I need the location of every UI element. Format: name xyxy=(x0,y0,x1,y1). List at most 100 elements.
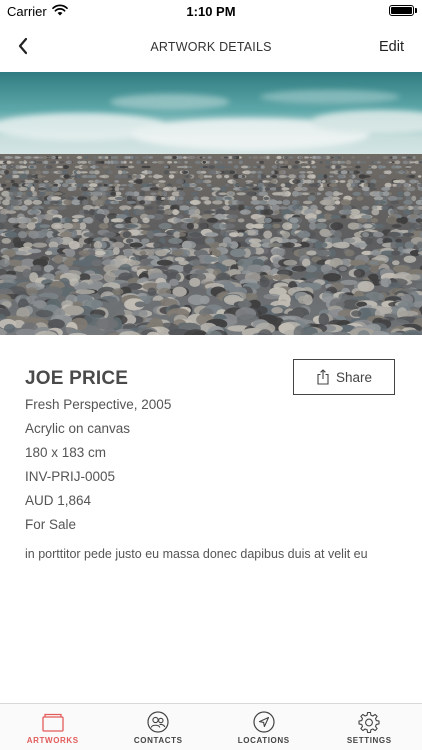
pebble xyxy=(148,156,154,159)
pebble xyxy=(52,218,61,223)
pebble xyxy=(294,186,303,192)
pebble xyxy=(80,171,88,174)
pebble xyxy=(238,160,243,165)
pebble xyxy=(280,183,286,187)
pebble xyxy=(321,180,326,183)
pebble xyxy=(328,183,338,188)
pebble xyxy=(272,165,278,169)
pebble xyxy=(157,175,163,178)
pebble xyxy=(72,218,79,223)
pebble xyxy=(161,191,167,197)
pebble xyxy=(289,238,298,244)
pebble xyxy=(144,206,154,210)
pebble xyxy=(266,175,270,178)
pebble xyxy=(12,170,19,174)
pebble xyxy=(258,171,263,174)
pebble xyxy=(371,191,380,196)
pebble xyxy=(329,175,334,178)
pebble xyxy=(407,156,412,159)
pebble xyxy=(194,160,202,164)
pebble xyxy=(16,156,21,159)
share-button[interactable]: Share xyxy=(293,359,395,395)
pebble xyxy=(119,205,130,211)
pebble xyxy=(130,217,139,224)
pebble xyxy=(409,174,416,179)
pebble xyxy=(87,187,95,191)
pebble xyxy=(30,186,35,192)
pebble xyxy=(402,160,408,165)
pebble xyxy=(5,180,11,183)
tab-settings[interactable]: SETTINGS xyxy=(317,704,422,750)
pebble xyxy=(173,161,178,164)
pebble xyxy=(256,161,260,164)
pebble xyxy=(319,161,323,164)
pebble xyxy=(43,160,49,165)
pebble xyxy=(153,232,168,237)
pebble xyxy=(158,180,166,183)
pebble xyxy=(282,222,293,231)
pebble xyxy=(184,175,193,178)
pebble xyxy=(287,165,292,169)
pebble xyxy=(211,187,221,191)
pebble xyxy=(279,175,287,178)
pebble xyxy=(62,222,74,230)
pebble xyxy=(339,160,346,164)
pebble xyxy=(115,191,122,197)
pebble xyxy=(383,155,389,160)
pebble xyxy=(282,199,291,206)
pebble xyxy=(283,259,298,266)
pebble xyxy=(204,232,219,237)
pebble xyxy=(392,183,398,187)
pebble xyxy=(232,155,237,160)
pebble xyxy=(89,170,95,175)
pebble xyxy=(23,161,28,164)
pebble xyxy=(136,160,142,165)
pebble xyxy=(356,217,368,223)
pebble xyxy=(129,155,134,160)
pebble xyxy=(83,156,88,159)
edit-button[interactable]: Edit xyxy=(379,39,404,55)
pebble xyxy=(131,175,138,178)
pebble xyxy=(172,156,177,159)
pebble xyxy=(361,186,370,192)
tab-locations[interactable]: LOCATIONS xyxy=(211,704,317,750)
pebble xyxy=(186,222,195,230)
pebble xyxy=(45,165,53,169)
pebble xyxy=(61,206,67,210)
pebble xyxy=(204,200,212,205)
pebble xyxy=(278,160,284,164)
pebble xyxy=(12,165,17,169)
pebble xyxy=(373,223,385,229)
pebble xyxy=(412,155,416,160)
tab-contacts[interactable]: CONTACTS xyxy=(106,704,212,750)
pebble xyxy=(223,174,230,179)
pebble xyxy=(391,250,401,256)
pebble xyxy=(315,210,322,215)
pebble xyxy=(181,170,188,174)
pebble xyxy=(339,180,346,183)
pebble xyxy=(4,170,9,175)
pebble xyxy=(294,160,300,164)
pebble xyxy=(0,156,4,159)
pebble xyxy=(20,180,26,183)
tab-artworks[interactable]: ARTWORKS xyxy=(0,704,106,750)
pebble xyxy=(75,174,82,179)
pebble xyxy=(139,250,147,256)
pebble xyxy=(18,160,24,164)
pebble xyxy=(135,156,140,159)
pebble xyxy=(123,209,130,215)
pebble xyxy=(42,170,49,174)
pebble xyxy=(366,237,373,245)
pebble xyxy=(331,160,339,164)
pebble xyxy=(331,165,336,169)
pebble xyxy=(25,192,33,196)
pebble xyxy=(93,155,97,160)
contacts-icon xyxy=(147,711,169,733)
pebble xyxy=(268,243,281,248)
pebble xyxy=(360,180,365,183)
pebble xyxy=(356,196,364,201)
pebble xyxy=(110,160,114,165)
pebble xyxy=(340,199,351,206)
pebble xyxy=(403,191,411,197)
pebble xyxy=(351,310,362,317)
